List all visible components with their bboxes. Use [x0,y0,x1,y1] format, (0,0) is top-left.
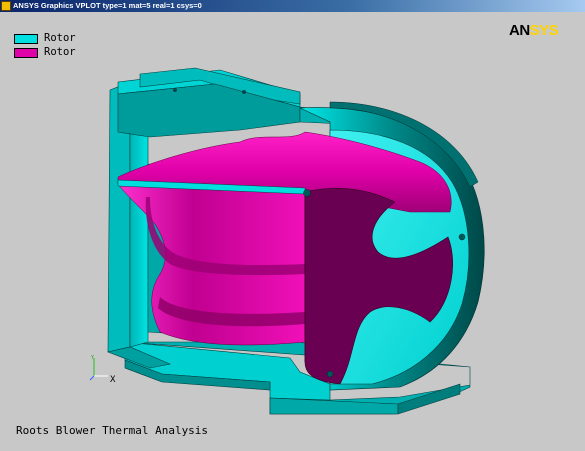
graphics-viewport[interactable]: Rotor Rotor ANSYS Y X Roots Blower Therm… [0,12,585,451]
window-titlebar[interactable]: ANSYS Graphics VPLOT type=1 mat=5 real=1… [0,0,585,12]
logo-text-an: AN [509,22,530,39]
window-title: ANSYS Graphics VPLOT type=1 mat=5 real=1… [13,1,202,10]
legend-label: Rotor [44,32,76,44]
ansys-logo: ANSYS [509,22,559,39]
ansys-graphics-window: ANSYS Graphics VPLOT type=1 mat=5 real=1… [0,0,585,451]
axis-triad: Y [89,355,108,381]
axis-x-label: X [110,375,116,385]
legend-label: Rotor [44,46,76,58]
legend-swatch-magenta [14,48,38,58]
legend-swatch-cyan [14,34,38,44]
roots-blower-model [106,67,485,415]
ansys-app-icon[interactable] [1,1,11,11]
plot-title: Roots Blower Thermal Analysis [16,424,209,437]
svg-text:Y: Y [91,355,94,361]
logo-text-sys: SYS [529,22,559,39]
